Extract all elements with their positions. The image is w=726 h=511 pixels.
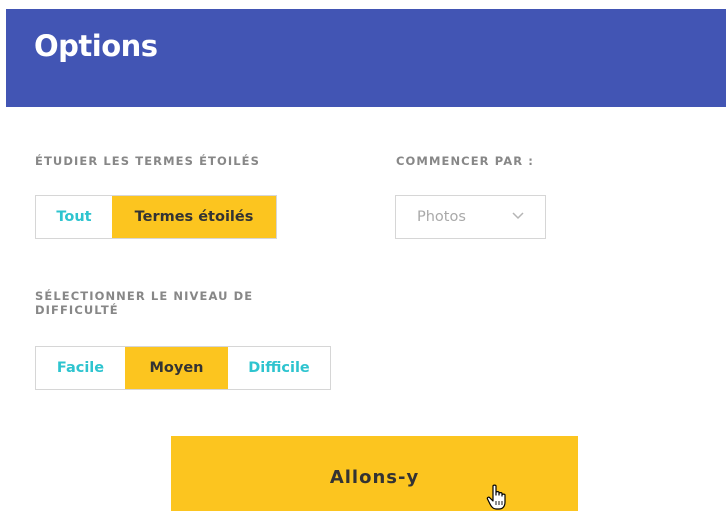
- difficulty-toggle: Facile Moyen Difficile: [35, 346, 331, 390]
- option-difficile[interactable]: Difficile: [228, 347, 330, 389]
- options-header: Options: [6, 9, 726, 107]
- option-moyen[interactable]: Moyen: [125, 347, 228, 389]
- study-starred-label: ÉTUDIER LES TERMES ÉTOILÉS: [35, 154, 261, 168]
- allons-y-label: Allons-y: [329, 467, 420, 488]
- start-with-label: COMMENCER PAR :: [396, 154, 534, 168]
- study-starred-toggle: Tout Termes étoilés: [35, 195, 277, 239]
- difficulty-label-line1: SÉLECTIONNER LE NIVEAU DE: [35, 289, 254, 303]
- start-with-dropdown[interactable]: Photos: [395, 195, 546, 239]
- option-termes-etoiles[interactable]: Termes étoilés: [112, 196, 276, 238]
- difficulty-label: SÉLECTIONNER LE NIVEAU DE DIFFICULTÉ: [35, 289, 253, 317]
- difficulty-label-line2: DIFFICULTÉ: [35, 303, 119, 317]
- start-with-value: Photos: [417, 209, 466, 225]
- option-facile[interactable]: Facile: [36, 347, 125, 389]
- page-title: Options: [34, 29, 158, 63]
- chevron-down-icon: [512, 212, 524, 220]
- allons-y-button[interactable]: Allons-y: [171, 436, 578, 511]
- option-tout[interactable]: Tout: [36, 196, 112, 238]
- hand-pointer-cursor-icon: [486, 484, 506, 510]
